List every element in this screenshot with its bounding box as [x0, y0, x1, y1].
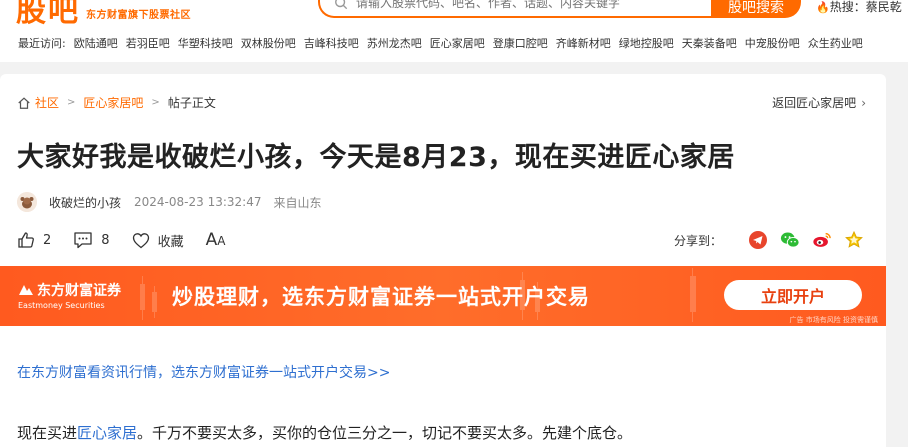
comment-button[interactable]: 8: [73, 231, 110, 249]
thumbs-up-icon: [18, 232, 34, 248]
share-bar: 分享到：: [674, 230, 864, 250]
top-header: 股吧 东方财富旗下股票社区 股吧搜索 🔥热搜：蔡民乾 最近访问: 欧陆通吧 若羽…: [0, 0, 908, 62]
post-meta: 收破烂的小孩 2024-08-23 13:32:47 来自山东: [17, 192, 321, 212]
avatar-image-icon: [17, 192, 37, 212]
content-suffix: 。千万不要买太多，买你的仓位三分之一，切记不要买太多。先建个底仓。: [137, 424, 633, 442]
recent-link[interactable]: 中宠股份吧: [745, 35, 800, 51]
recent-link[interactable]: 众生药业吧: [808, 35, 863, 51]
share-label: 分享到：: [673, 233, 722, 248]
recent-link[interactable]: 若羽臣吧: [126, 35, 170, 51]
banner-slogan: 炒股理财，选东方财富证券一站式开户交易: [172, 285, 590, 309]
avatar[interactable]: [17, 192, 37, 212]
promo-link[interactable]: 在东方财富看资讯行情，选东方财富证券一站式开户交易>>: [17, 362, 390, 382]
recent-link[interactable]: 天秦装备吧: [682, 35, 737, 51]
recent-link[interactable]: 登康口腔吧: [493, 35, 548, 51]
post-time: 2024-08-23 13:32:47: [134, 195, 262, 209]
post-title: 大家好我是收破烂小孩，今天是8月23，现在买进匠心家居: [17, 142, 735, 173]
post-content: 现在买进匠心家居。千万不要买太多，买你的仓位三分之一，切记不要买太多。先建个底仓…: [17, 422, 632, 443]
search-box: [318, 0, 712, 18]
banner-logo-en: Eastmoney Securities: [18, 301, 105, 310]
stock-link[interactable]: 匠心家居: [77, 424, 137, 442]
recent-link[interactable]: 齐峰新材吧: [556, 35, 611, 51]
back-to-forum-link[interactable]: 返回匠心家居吧 ›: [772, 94, 866, 111]
chevron-right-icon: >: [151, 97, 160, 108]
weibo-share-icon[interactable]: [812, 230, 832, 250]
content-prefix: 现在买进: [17, 424, 78, 442]
comment-icon: [74, 232, 92, 249]
comment-count: 8: [101, 232, 110, 248]
collect-button[interactable]: 收藏: [132, 231, 184, 250]
breadcrumb-community[interactable]: 社区: [35, 94, 59, 111]
recent-link[interactable]: 绿地控股吧: [619, 35, 674, 51]
back-link-label: 返回匠心家居吧: [772, 96, 857, 110]
search-button[interactable]: 股吧搜索: [711, 0, 801, 18]
recent-link[interactable]: 华塑科技吧: [178, 35, 233, 51]
home-icon: [18, 96, 30, 109]
heart-icon: [132, 232, 149, 248]
breadcrumb: 社区 > 匠心家居吧 > 帖子正文: [17, 94, 216, 111]
like-button[interactable]: 2: [17, 231, 51, 249]
wechat-share-icon[interactable]: [780, 230, 800, 250]
post-actions: 2 8 收藏 AA: [17, 230, 225, 250]
logo-subtitle: 东方财富旗下股票社区: [86, 10, 191, 21]
banner-logo-cn: 东方财富证券: [37, 283, 121, 299]
open-account-button[interactable]: 立即开户: [724, 280, 862, 310]
like-count: 2: [43, 232, 52, 248]
recent-link[interactable]: 欧陆通吧: [74, 35, 118, 51]
breadcrumb-current: 帖子正文: [167, 96, 216, 110]
favorite-star-icon[interactable]: [844, 230, 864, 250]
post-card: 社区 > 匠心家居吧 > 帖子正文 返回匠心家居吧 › 大家好我是收破烂小孩，今…: [0, 74, 886, 447]
font-size-toggle[interactable]: AA: [206, 230, 226, 250]
font-size-big-a: A: [205, 230, 218, 250]
search-input[interactable]: [356, 0, 696, 14]
telegram-share-icon[interactable]: [748, 230, 768, 250]
post-location: 来自山东: [273, 195, 322, 210]
fire-icon: 🔥: [816, 1, 830, 14]
guba-logo[interactable]: 股吧: [16, 0, 80, 30]
recent-link[interactable]: 双林股份吧: [241, 35, 296, 51]
eastmoney-logo-icon: [19, 285, 33, 295]
breadcrumb-forum[interactable]: 匠心家居吧: [83, 94, 143, 111]
ad-disclaimer: 广告 市场有风险 投资需谨慎: [789, 316, 878, 324]
author-name[interactable]: 收破烂的小孩: [49, 194, 121, 211]
recent-visits-label: 最近访问:: [18, 37, 66, 50]
recent-link[interactable]: 吉峰科技吧: [304, 35, 359, 51]
hot-search-term[interactable]: 蔡民乾: [866, 0, 902, 14]
ad-banner[interactable]: 东方财富证券 Eastmoney Securities 炒股理财，选东方财富证券…: [0, 266, 886, 326]
search-icon: [335, 0, 348, 10]
collect-label: 收藏: [157, 234, 184, 250]
eastmoney-securities-logo: 东方财富证券 Eastmoney Securities: [18, 280, 121, 310]
chevron-right-icon: >: [67, 97, 76, 108]
font-size-small-a: A: [217, 234, 226, 248]
recent-link[interactable]: 苏州龙杰吧: [367, 35, 422, 51]
chevron-right-icon: ›: [861, 95, 866, 110]
hot-search-label: 热搜：: [829, 0, 866, 14]
recent-visits: 最近访问: 欧陆通吧 若羽臣吧 华塑科技吧 双林股份吧 吉峰科技吧 苏州龙杰吧 …: [18, 35, 871, 51]
hot-search[interactable]: 🔥热搜：蔡民乾: [816, 0, 902, 15]
recent-link[interactable]: 匠心家居吧: [430, 35, 485, 51]
